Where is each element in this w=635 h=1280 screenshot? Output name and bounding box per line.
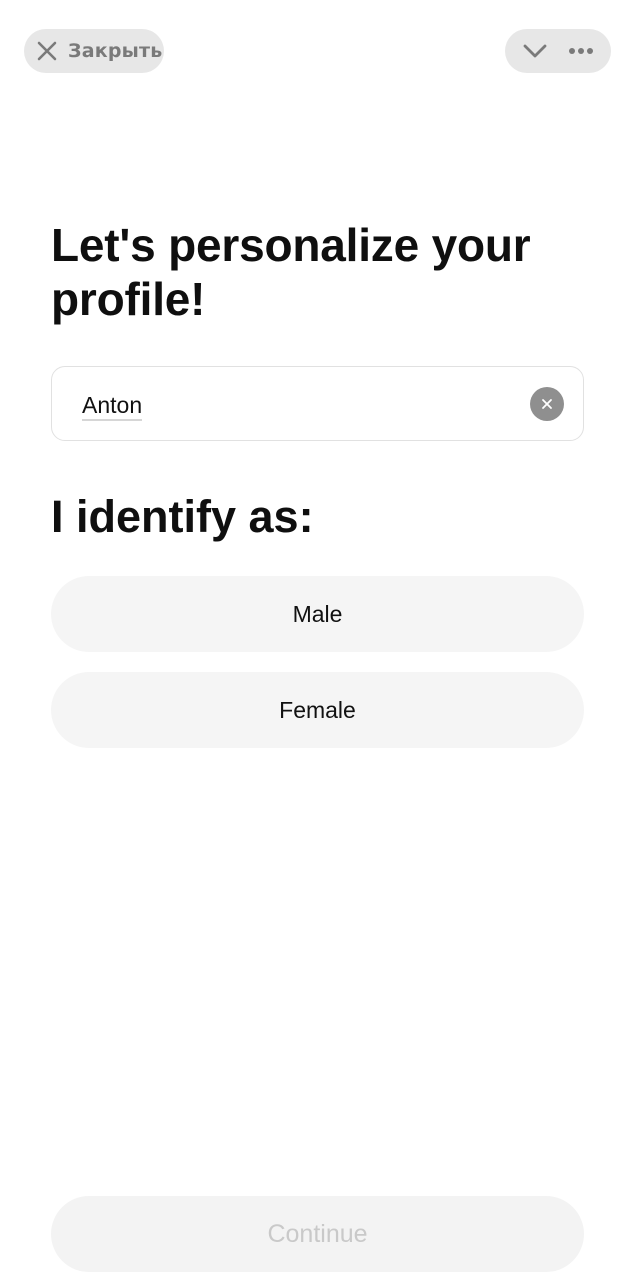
chevron-down-icon — [522, 43, 548, 59]
name-input-value[interactable]: Anton — [82, 391, 143, 421]
identify-heading: I identify as: — [51, 491, 314, 542]
more-horizontal-icon — [568, 47, 594, 55]
name-input[interactable]: Anton — [51, 366, 584, 441]
close-button[interactable]: Закрыть — [24, 29, 164, 73]
top-actions-group — [505, 29, 611, 73]
page-title: Let's personalize your profile! — [51, 219, 531, 325]
close-icon — [36, 40, 58, 62]
more-button[interactable] — [563, 33, 599, 69]
collapse-button[interactable] — [517, 33, 553, 69]
option-female-button[interactable]: Female — [51, 672, 584, 748]
clear-input-button[interactable] — [530, 387, 564, 421]
continue-button[interactable]: Continue — [51, 1196, 584, 1272]
close-button-label: Закрыть — [68, 40, 163, 62]
option-male-button[interactable]: Male — [51, 576, 584, 652]
clear-icon — [541, 398, 553, 410]
